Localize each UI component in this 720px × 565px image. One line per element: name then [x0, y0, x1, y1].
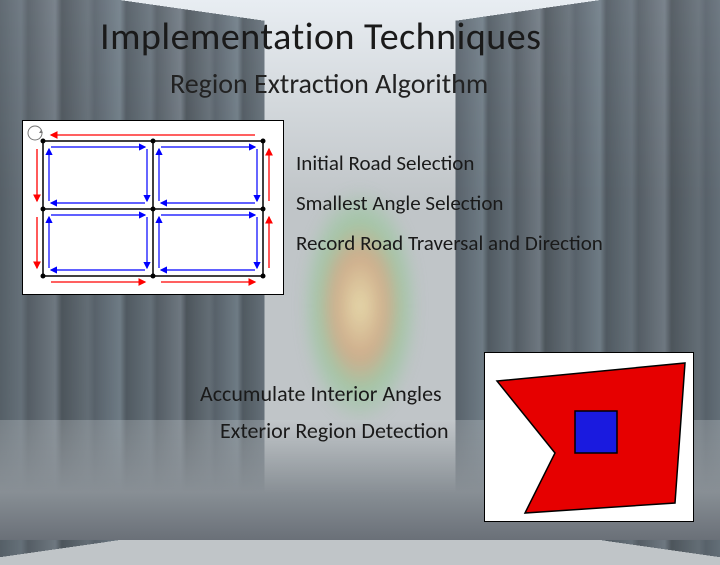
grid-diagram [22, 120, 284, 295]
bullet-3: Record Road Traversal and Direction [296, 230, 700, 256]
bullet-1: Initial Road Selection [296, 150, 700, 176]
slide-subtitle: Region Extraction Algorithm [170, 66, 720, 101]
bullet-2: Smallest Angle Selection [296, 190, 700, 216]
bullet-list: Initial Road Selection Smallest Angle Se… [296, 120, 700, 295]
upper-section: Initial Road Selection Smallest Angle Se… [22, 120, 700, 295]
slide-content: Implementation Techniques Region Extract… [0, 0, 720, 540]
polygon-diagram [484, 352, 694, 522]
slide-title: Implementation Techniques [100, 14, 720, 60]
